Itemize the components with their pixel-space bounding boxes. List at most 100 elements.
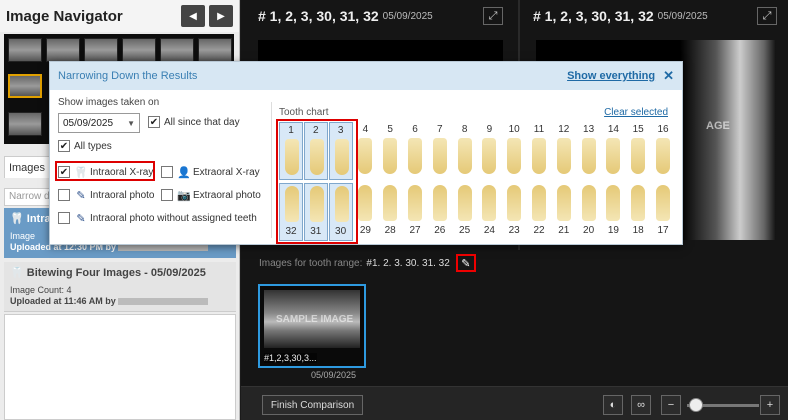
tooth-lower-26[interactable]: 26: [428, 183, 452, 241]
minus-icon[interactable]: −: [661, 395, 681, 415]
tooth-upper-8[interactable]: 8: [453, 122, 477, 180]
checkbox-box[interactable]: [161, 189, 173, 201]
tooth-lower-28[interactable]: 28: [378, 183, 402, 241]
clear-selected-link[interactable]: Clear selected: [604, 107, 668, 118]
tooth-number: 4: [362, 124, 369, 135]
intraoral-photo-checkbox[interactable]: ✎ Intraoral photo: [58, 188, 155, 202]
thumbnail-selected[interactable]: [8, 74, 42, 98]
result-thumbnail[interactable]: SAMPLE IMAGE #1,2,3,30,3...: [258, 284, 366, 368]
show-everything-link[interactable]: Show everything: [567, 70, 655, 82]
group-title: Intra: [26, 212, 51, 225]
group-uploaded: Uploaded at 11:46 AM by: [10, 296, 116, 306]
tooth-icon: 🦷: [10, 267, 27, 279]
thumbnail[interactable]: [122, 38, 156, 62]
taken-on-label: Show images taken on: [58, 97, 160, 108]
thumbnail[interactable]: [84, 38, 118, 62]
thumbnail[interactable]: [198, 38, 232, 62]
contrast-icon[interactable]: ◐: [603, 395, 623, 415]
tooth-icon: [581, 138, 596, 174]
tooth-icon: [358, 138, 373, 174]
tooth-lower-32[interactable]: 32: [279, 183, 303, 241]
redacted-user: [117, 298, 208, 306]
tooth-upper-10[interactable]: 10: [502, 122, 526, 180]
checkbox-box[interactable]: ✔: [58, 140, 70, 152]
finish-comparison-button[interactable]: Finish Comparison: [262, 395, 363, 415]
tooth-lower-21[interactable]: 21: [552, 183, 576, 241]
tooth-lower-24[interactable]: 24: [477, 183, 501, 241]
tooth-lower-31[interactable]: 31: [303, 183, 328, 241]
popup-title: Narrowing Down the Results: [58, 70, 198, 82]
tooth-lower-19[interactable]: 19: [601, 183, 625, 241]
checkbox-box[interactable]: ✔: [148, 116, 160, 128]
tooth-lower-30[interactable]: 30: [328, 183, 353, 241]
tooth-upper-6[interactable]: 6: [403, 122, 427, 180]
thumbnail[interactable]: [160, 38, 194, 62]
tooth-icon: [631, 185, 646, 221]
mirror-icon: ✎: [76, 189, 86, 202]
checkbox-box[interactable]: [58, 212, 70, 224]
tooth-number: 14: [607, 124, 619, 135]
expand-icon[interactable]: ⤢: [483, 7, 503, 25]
tooth-icon: [334, 139, 349, 175]
tooth-number: 15: [632, 124, 644, 135]
thumbnail[interactable]: [8, 38, 42, 62]
date-select[interactable]: 05/09/2025 ▼: [58, 113, 140, 133]
tooth-number: 24: [483, 225, 495, 236]
tab-images[interactable]: Images: [4, 156, 50, 178]
tooth-icon: [457, 138, 472, 174]
tooth-upper-4[interactable]: 4: [353, 122, 377, 180]
tooth-upper-12[interactable]: 12: [552, 122, 576, 180]
checkbox-box[interactable]: [161, 166, 173, 178]
extraoral-xray-checkbox[interactable]: 👤 Extraoral X-ray: [161, 165, 260, 179]
plus-icon[interactable]: +: [760, 395, 780, 415]
tooth-upper-7[interactable]: 7: [428, 122, 452, 180]
tooth-icon: [285, 139, 299, 175]
all-since-checkbox[interactable]: ✔ All since that day: [148, 116, 240, 128]
thumbnail[interactable]: [46, 38, 80, 62]
extraoral-photo-checkbox[interactable]: 📷 Extraoral photo: [161, 188, 261, 202]
close-icon[interactable]: ✕: [663, 68, 674, 84]
tooth-number: 29: [359, 225, 371, 236]
pencil-icon[interactable]: ✎: [455, 254, 476, 272]
tooth-lower-23[interactable]: 23: [502, 183, 526, 241]
tooth-lower-25[interactable]: 25: [453, 183, 477, 241]
tooth-upper-15[interactable]: 15: [626, 122, 650, 180]
type-label: Intraoral photo without assigned teeth: [90, 212, 257, 224]
all-types-checkbox[interactable]: ✔ All types: [58, 140, 112, 152]
tooth-upper-1[interactable]: 1: [279, 122, 303, 180]
tooth-upper-14[interactable]: 14: [601, 122, 625, 180]
tooth-lower-27[interactable]: 27: [403, 183, 427, 241]
tooth-upper-11[interactable]: 11: [527, 122, 551, 180]
tooth-upper-16[interactable]: 16: [651, 122, 675, 180]
checkbox-box[interactable]: [58, 189, 70, 201]
tooth-lower-17[interactable]: 17: [651, 183, 675, 241]
tooth-number: 22: [533, 225, 545, 236]
image-group[interactable]: 🦷 Bitewing Four Images - 05/09/2025 Imag…: [4, 262, 236, 312]
tooth-icon: [285, 186, 299, 222]
zoom-slider-handle[interactable]: [689, 398, 703, 412]
tooth-icon: [656, 185, 670, 221]
tooth-upper-2[interactable]: 2: [303, 122, 328, 180]
tooth-upper-13[interactable]: 13: [577, 122, 601, 180]
link-icon[interactable]: ∞: [631, 395, 651, 415]
prev-button[interactable]: ◀: [181, 5, 205, 27]
tooth-upper-9[interactable]: 9: [477, 122, 501, 180]
tooth-lower-22[interactable]: 22: [527, 183, 551, 241]
left-pane-date: 05/09/2025: [382, 10, 433, 22]
left-pane-header: # 1, 2, 3, 30, 31, 32 05/09/2025: [258, 0, 433, 32]
tooth-lower-20[interactable]: 20: [577, 183, 601, 241]
thumbnail[interactable]: [8, 112, 42, 136]
intraoral-photo-no-teeth-checkbox[interactable]: ✎ Intraoral photo without assigned teeth: [58, 211, 257, 225]
tooth-icon: [606, 138, 621, 174]
tooth-upper-3[interactable]: 3: [328, 122, 353, 180]
result-caption: #1,2,3,30,3...: [264, 353, 317, 363]
tooth-lower-18[interactable]: 18: [626, 183, 650, 241]
expand-icon[interactable]: ⤢: [757, 7, 777, 25]
tooth-lower-29[interactable]: 29: [353, 183, 377, 241]
tooth-chart-label: Tooth chart: [279, 107, 329, 118]
popup-header: Narrowing Down the Results Show everythi…: [50, 62, 682, 90]
tooth-icon: [358, 185, 373, 221]
tooth-number: 17: [657, 225, 669, 236]
next-button[interactable]: ▶: [209, 5, 233, 27]
tooth-upper-5[interactable]: 5: [378, 122, 402, 180]
